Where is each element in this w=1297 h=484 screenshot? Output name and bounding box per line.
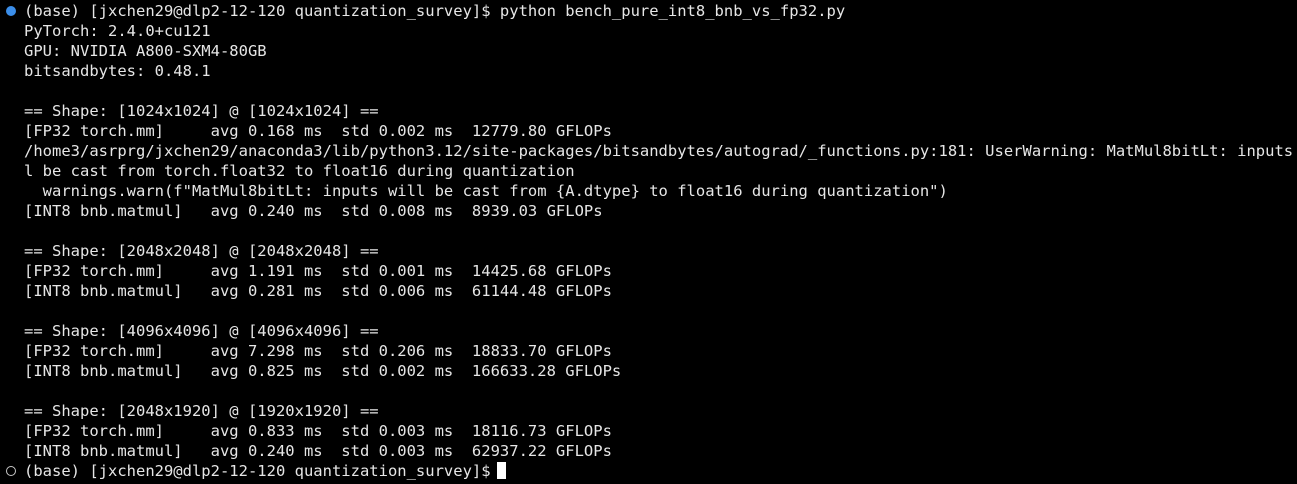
current-prompt-text: (base) [jxchen29@dlp2-12-120 quantizatio… [24, 462, 491, 480]
output-line-shape-header: == Shape: [2048x1920] @ [1920x1920] == [24, 402, 379, 420]
output-line-int8-result: [INT8 bnb.matmul] avg 0.240 ms std 0.003… [24, 442, 612, 460]
output-line-fp32-result: [FP32 torch.mm] avg 7.298 ms std 0.206 m… [24, 342, 612, 360]
output-line-warning-continued: l be cast from torch.float32 to float16 … [24, 162, 575, 180]
current-prompt-line[interactable]: (base) [jxchen29@dlp2-12-120 quantizatio… [24, 461, 506, 481]
output-line-int8-result: [INT8 bnb.matmul] avg 0.281 ms std 0.006… [24, 282, 612, 300]
output-line-fp32-result: [FP32 torch.mm] avg 0.168 ms std 0.002 m… [24, 122, 612, 140]
output-line-warning-path: /home3/asrprg/jxchen29/anaconda3/lib/pyt… [24, 142, 1292, 160]
output-line-fp32-result: [FP32 torch.mm] avg 0.833 ms std 0.003 m… [24, 422, 612, 440]
output-line-shape-header: == Shape: [4096x4096] @ [4096x4096] == [24, 322, 379, 340]
output-line-int8-result: [INT8 bnb.matmul] avg 0.240 ms std 0.008… [24, 202, 603, 220]
output-line-fp32-result: [FP32 torch.mm] avg 1.191 ms std 0.001 m… [24, 262, 612, 280]
output-line-gpu: GPU: NVIDIA A800-SXM4-80GB [24, 42, 267, 60]
command-idle-marker-icon[interactable] [6, 466, 16, 476]
command-success-marker-icon[interactable] [6, 6, 16, 16]
output-line-pytorch-version: PyTorch: 2.4.0+cu121 [24, 22, 211, 40]
output-line-int8-result: [INT8 bnb.matmul] avg 0.825 ms std 0.002… [24, 362, 622, 380]
output-line-shape-header: == Shape: [1024x1024] @ [1024x1024] == [24, 102, 379, 120]
terminal-panel[interactable]: (base) [jxchen29@dlp2-12-120 quantizatio… [0, 0, 1297, 484]
command-prompt-line: (base) [jxchen29@dlp2-12-120 quantizatio… [24, 2, 846, 20]
output-line-warning-source: warnings.warn(f"MatMul8bitLt: inputs wil… [24, 182, 948, 200]
output-line-shape-header: == Shape: [2048x2048] @ [2048x2048] == [24, 242, 379, 260]
cursor-block-icon [496, 462, 506, 479]
output-line-bitsandbytes-version: bitsandbytes: 0.48.1 [24, 62, 211, 80]
